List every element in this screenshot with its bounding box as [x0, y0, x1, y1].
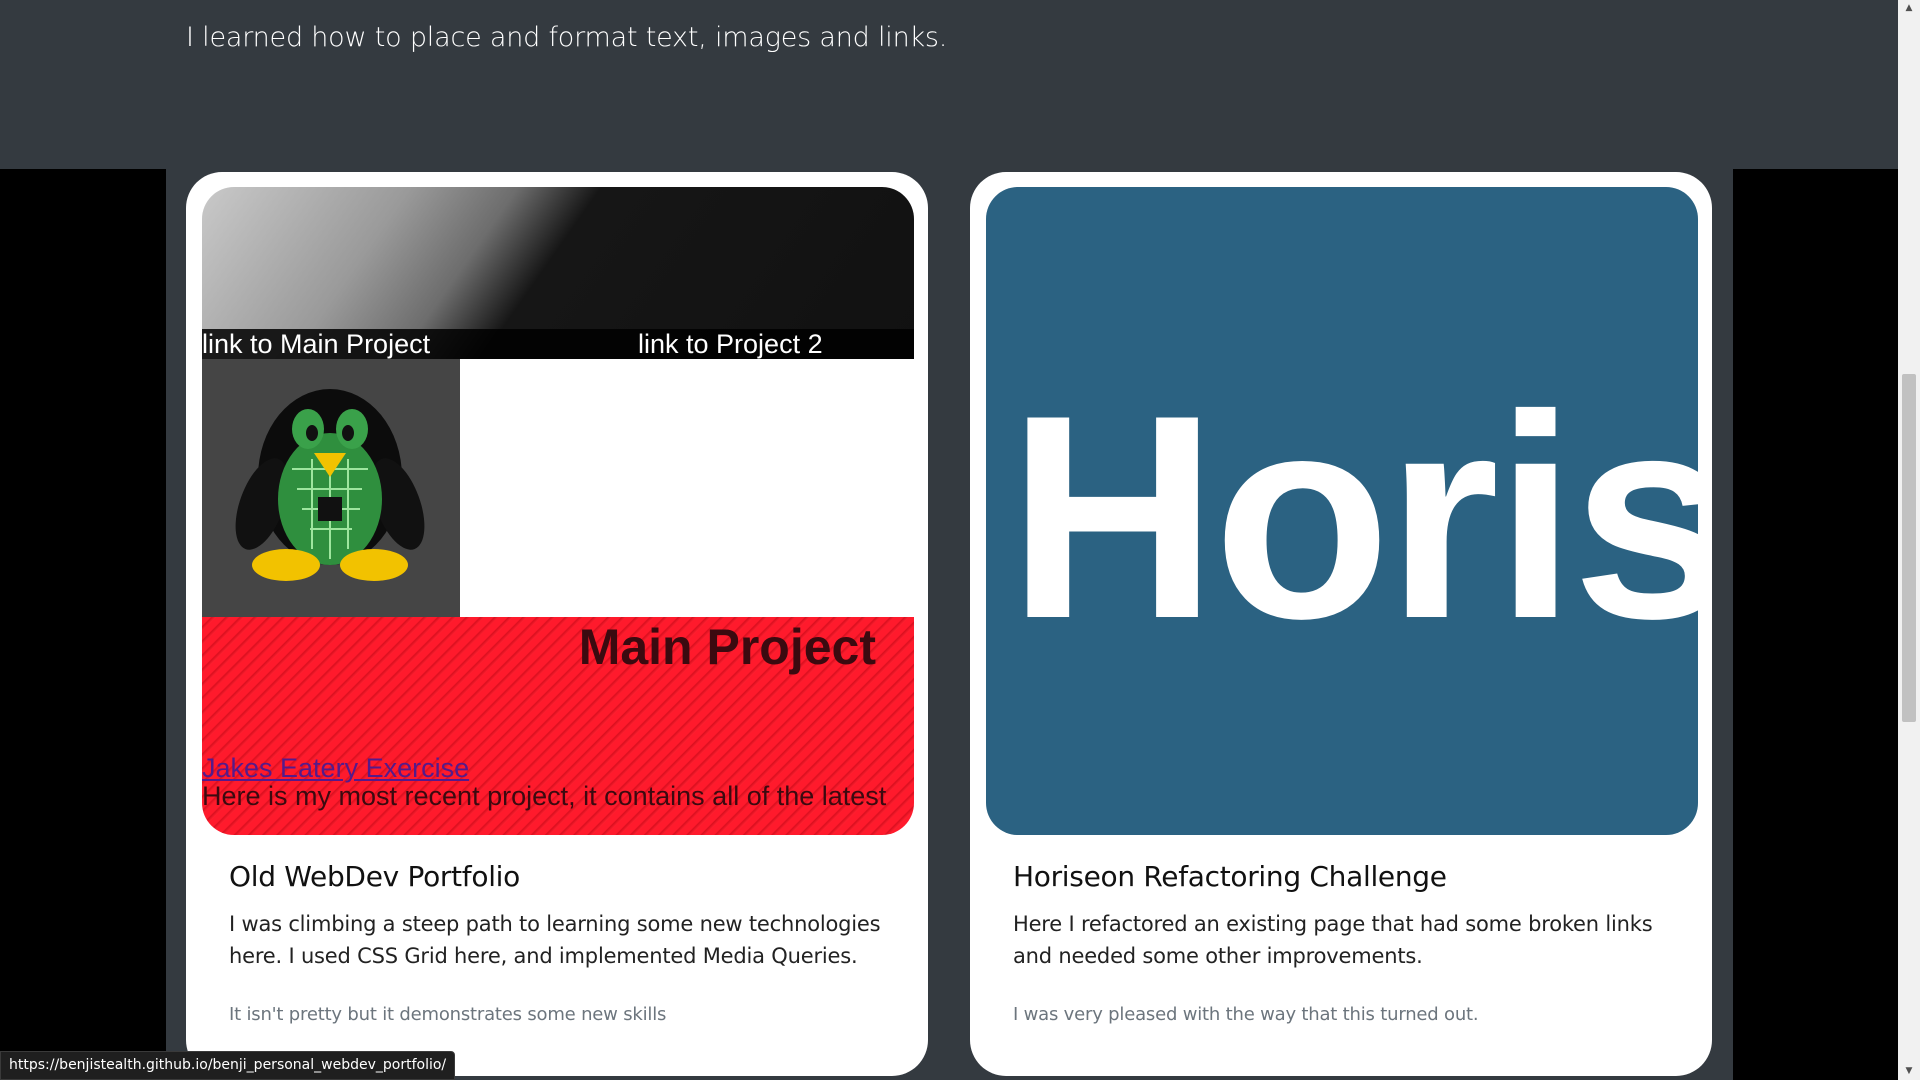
project-screenshot[interactable]: link to Main Project link to Project 2 M… — [202, 187, 914, 835]
screenshot-eatery-link: Jakes Eatery Exercise — [202, 753, 470, 783]
card-description: I was climbing a steep path to learning … — [229, 912, 881, 968]
screenshot-old-portfolio: link to Main Project link to Project 2 M… — [202, 187, 914, 835]
project-card-horiseon[interactable]: Horiseon Horiseon Refactoring Challenge … — [970, 172, 1712, 1076]
screenshot-link-main: link to Main Project — [202, 329, 431, 359]
project-card-old-webdev-portfolio[interactable]: link to Main Project link to Project 2 M… — [186, 172, 928, 1076]
scroll-up-arrow-icon[interactable]: ▲ — [1898, 0, 1920, 17]
card-title: Old WebDev Portfolio — [229, 860, 520, 893]
intro-text: I learned how to place and format text, … — [186, 22, 948, 53]
card-note: I was very pleased with the way that thi… — [1013, 1004, 1479, 1025]
card-title: Horiseon Refactoring Challenge — [1013, 860, 1447, 893]
penguin-image — [202, 359, 460, 617]
card-note: It isn't pretty but it demonstrates some… — [229, 1004, 667, 1025]
page: I learned how to place and format text, … — [0, 0, 1920, 1080]
screenshot-link-project2: link to Project 2 — [638, 329, 823, 359]
screenshot-horiseon: Horiseon — [986, 187, 1698, 835]
vertical-scrollbar[interactable]: ▲ ▼ — [1898, 0, 1920, 1080]
intro-section: I learned how to place and format text, … — [0, 0, 1898, 169]
screenshot-main-project-heading: Main Project — [578, 619, 876, 675]
scroll-down-arrow-icon[interactable]: ▼ — [1898, 1063, 1920, 1080]
status-bar-url: https://benjistealth.github.io/benji_per… — [0, 1051, 456, 1080]
penguin-icon — [235, 389, 425, 581]
project-screenshot[interactable]: Horiseon — [986, 187, 1698, 835]
horiseon-logo-text: Horiseon — [1008, 355, 1698, 679]
scrollbar-thumb[interactable] — [1902, 374, 1916, 722]
screenshot-recent-text: Here is my most recent project, it conta… — [202, 781, 887, 811]
card-description: Here I refactored an existing page that … — [1013, 912, 1653, 968]
